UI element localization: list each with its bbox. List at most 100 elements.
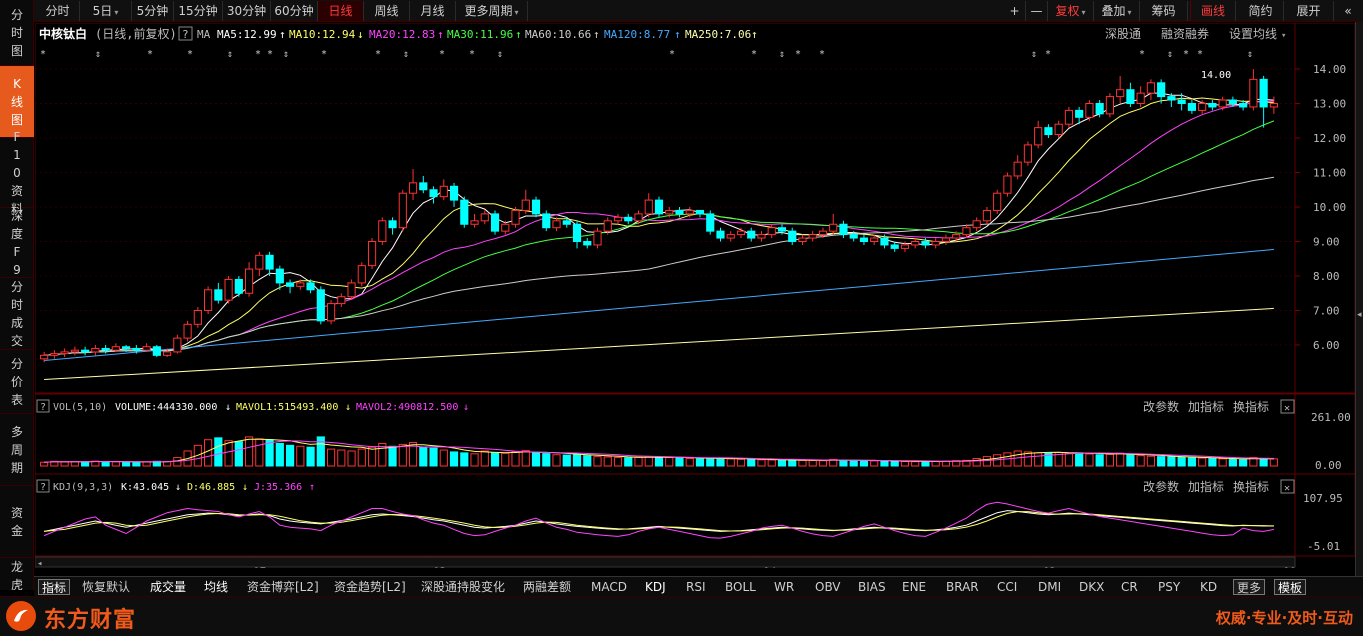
close-icon-glyph: ✕ — [1284, 483, 1290, 494]
candle-up — [60, 351, 69, 355]
kdj-k-arrow: ↓ — [175, 482, 181, 493]
indicator-dmi[interactable]: DMI — [1038, 579, 1061, 595]
candle-up — [1064, 109, 1074, 125]
panel-frames — [35, 23, 1355, 557]
candle-up — [142, 346, 151, 351]
scroll-left-icon[interactable]: ◂ — [37, 559, 42, 569]
indicator-obv[interactable]: OBV — [815, 579, 841, 595]
indicator-kd[interactable]: KD — [1200, 579, 1217, 595]
indicator-template-button[interactable]: 模板 — [1274, 579, 1307, 595]
kdj-switch-indicator-button[interactable]: 换指标 — [1233, 479, 1269, 494]
candle-up — [900, 244, 910, 249]
candle-down — [1167, 96, 1176, 101]
volume-bar — [460, 452, 469, 467]
volume-bar — [726, 458, 735, 467]
simple-mode-button[interactable]: 简约 — [1238, 1, 1284, 21]
tab-period-5day[interactable]: 5日 ▾ — [80, 1, 132, 21]
indicator-capital-game[interactable]: 资金博弈[L2] — [247, 579, 319, 595]
volume-bar — [675, 457, 684, 467]
vol-add-indicator-button[interactable]: 加指标 — [1188, 399, 1224, 414]
sidebar-item-dragon-tiger[interactable]: 龙虎 — [0, 558, 34, 590]
expand-button[interactable]: 展开 — [1284, 1, 1334, 21]
sidebar-item-funds[interactable]: 资金 — [0, 486, 34, 558]
tab-period-weekly[interactable]: 周线 — [364, 1, 410, 21]
candle-up — [163, 351, 172, 356]
indicator-brar[interactable]: BRAR — [946, 579, 979, 595]
kdj-params-button[interactable]: 改参数 — [1143, 479, 1179, 494]
price-axis: 14.00 13.00 12.00 11.00 10.00 9.00 8.00 7.00 6.0… — [1295, 63, 1346, 352]
volume-bar — [798, 459, 807, 467]
vol-arrow: ↓ — [225, 402, 231, 413]
event-marker-icon: * — [255, 49, 261, 60]
restore-default-button[interactable]: 恢复默认 — [82, 579, 130, 595]
indicator-sz-connect-holdings[interactable]: 深股通持股变化 — [421, 579, 505, 595]
indicator-macd[interactable]: MACD — [591, 579, 627, 595]
volume-bar — [1269, 458, 1278, 467]
right-panel-toggle[interactable]: ◂ — [1355, 22, 1363, 578]
volume-bar — [1105, 453, 1114, 467]
tab-period-15min[interactable]: 15分钟 — [174, 1, 223, 21]
chip-distribution-button[interactable]: 筹码 — [1140, 1, 1188, 21]
help-label: ? — [40, 402, 46, 413]
adjust-right-button[interactable]: 复权 ▾ — [1048, 1, 1094, 21]
indicator-rsi[interactable]: RSI — [686, 579, 706, 595]
chart-scrollbar[interactable]: ◂ — [35, 556, 1296, 569]
indicator-capital-trend[interactable]: 资金趋势[L2] — [334, 579, 406, 595]
tab-period-more[interactable]: 更多周期 ▾ — [456, 1, 528, 21]
overlay-button[interactable]: 叠加 ▾ — [1094, 1, 1140, 21]
indicator-cr[interactable]: CR — [1121, 579, 1138, 595]
event-marker-icon: * — [751, 49, 757, 60]
indicator-ene[interactable]: ENE — [902, 579, 926, 595]
link-sz-connect[interactable]: 深股通 — [1105, 27, 1141, 41]
sidebar-item-trades[interactable]: 分时成交 — [0, 278, 34, 350]
close-icon-glyph: ✕ — [1284, 403, 1290, 414]
tab-period-30min[interactable]: 30分钟 — [223, 1, 271, 21]
indicator-menu-button[interactable]: 指标 — [38, 579, 71, 595]
event-marker-icon: * — [1197, 49, 1203, 60]
tab-period-60min[interactable]: 60分钟 — [271, 1, 318, 21]
vol-volume: VOLUME:444330.000 — [115, 402, 217, 413]
kdj-add-indicator-button[interactable]: 加指标 — [1188, 479, 1224, 494]
candle-up — [408, 182, 418, 194]
candle-down — [890, 244, 899, 249]
zoom-in-button[interactable]: + — [1004, 1, 1026, 21]
candle-up — [347, 282, 356, 298]
sidebar-item-timeshare[interactable]: 分时图 — [0, 0, 34, 66]
sidebar-item-f10[interactable]: F10资料 — [0, 130, 34, 216]
vol-params-button[interactable]: 改参数 — [1143, 399, 1179, 414]
kdj-axis-min: -5.01 — [1307, 540, 1340, 553]
collapse-icon[interactable]: « — [1336, 1, 1360, 21]
volume-bar — [695, 458, 705, 467]
kline-chart[interactable]: 14.00 13.00 12.00 11.00 10.00 9.00 8.00 7.00 6.0… — [35, 23, 1355, 579]
indicator-more-button[interactable]: 更多 — [1233, 579, 1266, 595]
indicator-kdj[interactable]: KDJ — [645, 579, 666, 595]
indicator-cci[interactable]: CCI — [997, 579, 1017, 595]
indicator-boll[interactable]: BOLL — [725, 579, 756, 595]
indicator-psy[interactable]: PSY — [1158, 579, 1180, 595]
sidebar-item-price-table[interactable]: 分价表 — [0, 350, 34, 414]
zoom-out-button[interactable]: — — [1026, 1, 1048, 21]
draw-line-button[interactable]: 画线 — [1190, 1, 1236, 21]
tab-period-monthly[interactable]: 月线 — [410, 1, 456, 21]
ma20-value: MA20:12.83 — [369, 28, 435, 41]
tab-period-timeshare[interactable]: 分时 — [36, 1, 80, 21]
link-ma-settings[interactable]: 设置均线 — [1229, 27, 1277, 41]
tab-period-5min[interactable]: 5分钟 — [132, 1, 174, 21]
sidebar-item-depth[interactable]: 深度F9 — [0, 208, 34, 278]
indicator-ma[interactable]: 均线 — [204, 579, 228, 595]
indicator-margin-diff[interactable]: 两融差额 — [523, 579, 571, 595]
link-margin-trading[interactable]: 融资融券 — [1161, 26, 1209, 41]
indicator-volume[interactable]: 成交量 — [150, 579, 186, 595]
indicator-dkx[interactable]: DKX — [1079, 579, 1104, 595]
sidebar-item-multi-period[interactable]: 多周期 — [0, 414, 34, 486]
vol-switch-indicator-button[interactable]: 换指标 — [1233, 399, 1269, 414]
candle-down — [316, 289, 325, 322]
tab-label: 5日 — [92, 4, 113, 18]
indicator-bias[interactable]: BIAS — [858, 579, 886, 595]
volume-bar — [593, 456, 602, 467]
volume-bar — [911, 461, 920, 467]
volume-bar — [255, 438, 264, 467]
indicator-wr[interactable]: WR — [774, 579, 794, 595]
tab-period-daily[interactable]: 日线 — [318, 1, 364, 21]
candle-down — [542, 213, 551, 229]
